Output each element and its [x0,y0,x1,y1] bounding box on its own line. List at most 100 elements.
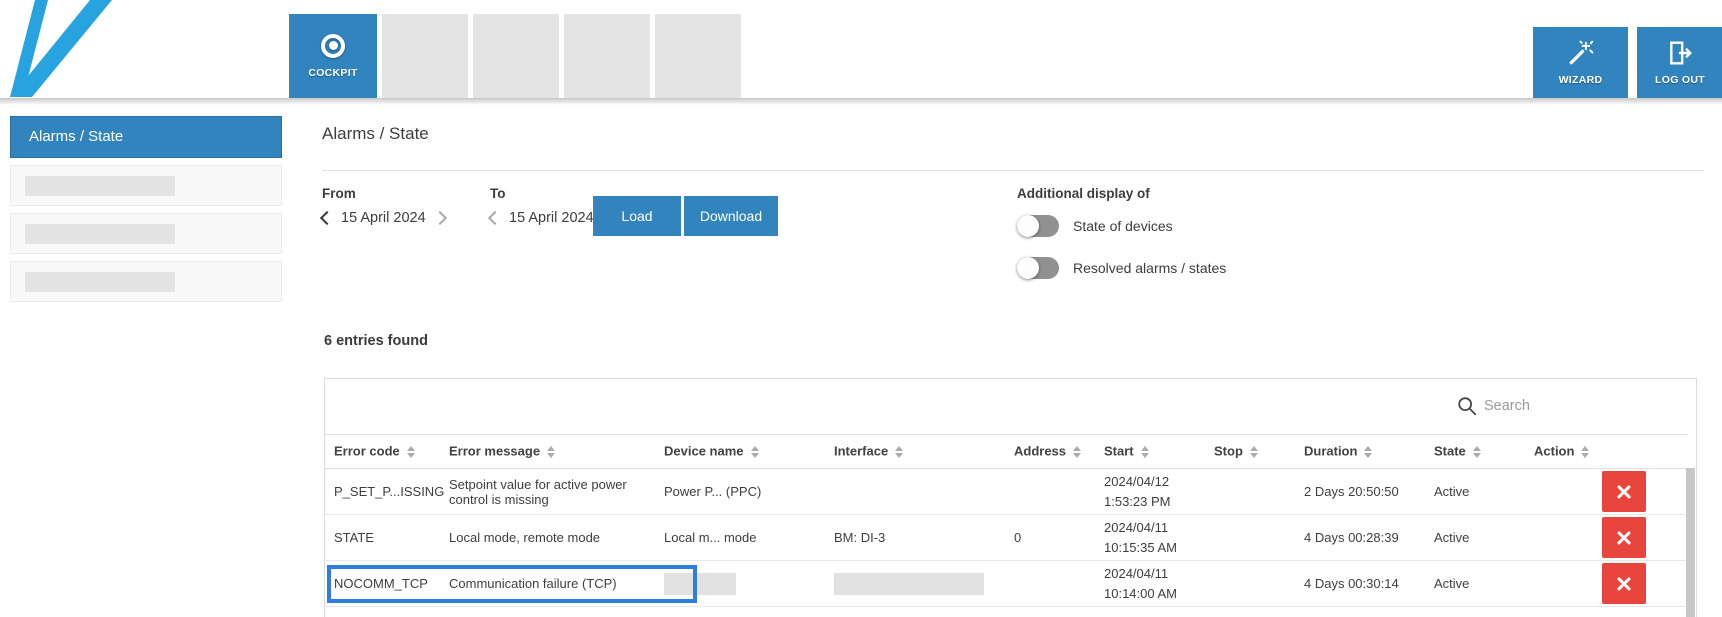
additional-display-section: Additional display of State of devices R… [1017,186,1226,280]
cell-error-code: STATE [325,515,443,561]
sidebar-item-placeholder[interactable] [10,165,282,206]
table-row[interactable]: NOCOMM_TCPCommunication failure (TCP)202… [325,561,1688,607]
logout-button[interactable]: LOG OUT [1637,27,1722,98]
sort-icon[interactable] [1250,442,1258,462]
column-header-stop[interactable]: Stop [1208,435,1298,469]
wizard-label: WIZARD [1559,74,1603,86]
dismiss-alarm-button[interactable] [1602,563,1646,604]
dismiss-alarm-button[interactable] [1602,471,1646,512]
entries-found-text: 6 entries found [324,333,428,349]
state-of-devices-toggle[interactable] [1017,215,1059,237]
cell-state: Active [1428,561,1528,607]
from-next-day-icon[interactable] [433,211,447,225]
sort-icon[interactable] [407,442,415,462]
column-header-error-message[interactable]: Error message [443,435,658,469]
cell-duration: 2 Days 20:50:50 [1298,469,1428,515]
redacted-label [25,176,175,196]
table-search-row: Search [325,379,1696,434]
sidebar-item-alarms-state[interactable]: Alarms / State [10,116,282,158]
cell-start: 2024/04/1110:15:35 AM [1098,515,1208,561]
column-header-error-code[interactable]: Error code [325,435,443,469]
alarms-table-card: Search Error codeError messageDevice nam… [324,378,1697,617]
cockpit-target-icon [321,34,345,58]
cell-error-code: P_SET_P...ISSING [325,469,443,515]
tab-cockpit[interactable]: COCKPIT [289,14,377,98]
toggle-knob [1017,215,1039,237]
sidebar-item-placeholder[interactable] [10,213,282,254]
cell-stop [1208,561,1298,607]
column-header-start[interactable]: Start [1098,435,1208,469]
from-prev-day-icon[interactable] [320,211,334,225]
cell-device-name: Power P... (PPC) [658,469,828,515]
page-title: Alarms / State [322,124,429,144]
scrollbar-thumb[interactable] [1686,468,1695,617]
redacted-value [834,573,984,595]
table-row[interactable]: STATELocal mode, remote modeLocal m... m… [325,515,1688,561]
wizard-button[interactable]: WIZARD [1533,27,1628,98]
sort-icon[interactable] [547,442,555,462]
tab-placeholder[interactable] [564,14,650,98]
cell-start: 2024/04/121:53:23 PM [1098,469,1208,515]
column-header-device-name[interactable]: Device name [658,435,828,469]
cell-stop [1208,469,1298,515]
cell-device-name [658,561,828,607]
cell-duration: 4 Days 00:30:14 [1298,561,1428,607]
sort-icon[interactable] [1364,442,1372,462]
magic-wand-icon [1568,40,1594,66]
topbar-shadow [0,98,1722,105]
tab-placeholder[interactable] [473,14,559,98]
table-row[interactable]: P_SET_P...ISSINGSetpoint value for activ… [325,469,1688,515]
sort-icon[interactable] [1073,442,1081,462]
resolved-alarms-label: Resolved alarms / states [1073,260,1226,276]
table-header-row: Error codeError messageDevice nameInterf… [325,435,1688,469]
search-input[interactable]: Search [1484,398,1656,414]
column-header-interface[interactable]: Interface [828,435,1008,469]
from-label: From [322,186,445,201]
from-date-value[interactable]: 15 April 2024 [341,210,426,226]
column-header-address[interactable]: Address [1008,435,1098,469]
cell-action [1528,515,1688,561]
column-header-state[interactable]: State [1428,435,1528,469]
from-date-picker: From 15 April 2024 [322,186,445,226]
cell-start: 2024/04/1110:14:00 AM [1098,561,1208,607]
title-divider [322,170,1704,171]
sort-icon[interactable] [1581,442,1589,462]
column-header-action[interactable]: Action [1528,435,1688,469]
tab-placeholder[interactable] [382,14,468,98]
cell-action [1528,561,1688,607]
to-prev-day-icon[interactable] [488,211,502,225]
download-button[interactable]: Download [684,196,778,236]
sort-icon[interactable] [751,442,759,462]
sort-icon[interactable] [1473,442,1481,462]
cell-interface [828,469,1008,515]
column-header-duration[interactable]: Duration [1298,435,1428,469]
app-window: COCKPIT WIZARD LOG OUT Alarms / State Al… [0,0,1722,617]
sort-icon[interactable] [895,442,903,462]
tab-cockpit-label: COCKPIT [308,67,357,79]
logout-label: LOG OUT [1655,74,1705,86]
cell-stop [1208,515,1298,561]
additional-display-label: Additional display of [1017,186,1226,201]
sidebar: Alarms / State [10,116,282,302]
resolved-alarms-toggle[interactable] [1017,257,1059,279]
to-date-value[interactable]: 15 April 2024 [509,210,594,226]
cell-state: Active [1428,469,1528,515]
logout-door-icon [1667,40,1693,66]
table-scrollbar[interactable] [1686,468,1695,617]
dismiss-alarm-button[interactable] [1602,517,1646,558]
sort-icon[interactable] [1141,442,1149,462]
cell-address [1008,561,1098,607]
cell-duration: 4 Days 00:28:39 [1298,515,1428,561]
top-bar: COCKPIT WIZARD LOG OUT [0,0,1722,98]
state-of-devices-label: State of devices [1073,218,1173,234]
sidebar-item-placeholder[interactable] [10,261,282,302]
search-icon[interactable] [1456,395,1478,417]
company-logo-icon [6,0,118,97]
load-button[interactable]: Load [593,196,681,236]
main-tabs: COCKPIT [289,14,741,98]
cell-error-message: Local mode, remote mode [443,515,658,561]
cell-interface: BM: DI-3 [828,515,1008,561]
redacted-value [664,573,736,595]
cell-address: 0 [1008,515,1098,561]
tab-placeholder[interactable] [655,14,741,98]
